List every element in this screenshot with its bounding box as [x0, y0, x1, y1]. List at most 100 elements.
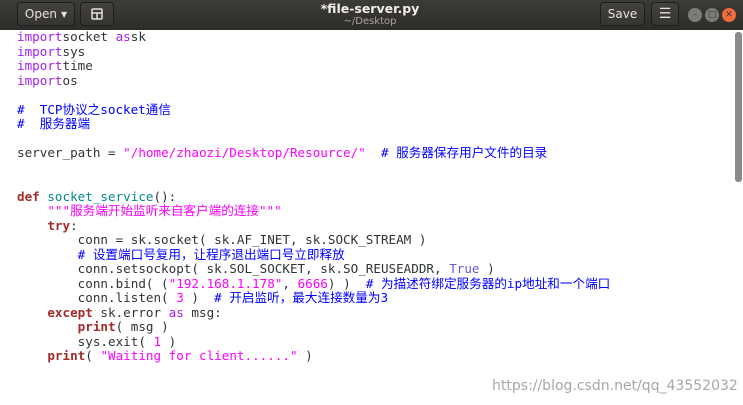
watermark-text: https://blog.csdn.net/qq_43552032 [492, 378, 738, 394]
maximize-button[interactable]: □ [705, 8, 719, 22]
window-subtitle: ~/Desktop [343, 16, 397, 27]
code-token: # TCP协议之socket通信 [17, 101, 171, 117]
code-token: def [17, 188, 40, 204]
code-token: as [168, 304, 184, 320]
close-button[interactable]: ✕ [722, 8, 736, 22]
code-token: import [17, 58, 63, 73]
code-line: conn.listen( 3 ) # 开启监听，最大连接数量为3 [17, 290, 610, 306]
code-token: , [282, 275, 298, 291]
code-token: : [70, 217, 78, 233]
code-token: ( [85, 348, 101, 363]
open-button[interactable]: Open ▼ [17, 2, 75, 26]
code-token: "/home/zhaozi/Desktop/Resource/" [123, 145, 366, 160]
code-token: 1 [153, 333, 162, 349]
new-document-button[interactable] [80, 2, 114, 26]
minimize-icon: – [692, 9, 698, 20]
code-line: importtime [17, 58, 610, 74]
code-line: server_path = "/home/zhaozi/Desktop/Reso… [17, 145, 610, 161]
window-title: *file-server.py [320, 1, 420, 16]
code-token: print [47, 348, 86, 363]
close-icon: ✕ [725, 9, 733, 20]
code-token: # 为描述符绑定服务器的ip地址和一个端口 [365, 275, 611, 291]
chevron-down-icon: ▼ [60, 9, 68, 19]
code-token: # 设置端口号复用，让程序退出端口号立即释放 [77, 246, 345, 262]
hamburger-menu-button[interactable]: ☰ [651, 2, 679, 26]
code-token: time [62, 58, 93, 73]
code-line: try: [17, 217, 610, 234]
code-line: importsocket assk [17, 30, 610, 45]
window-title-area: *file-server.py ~/Desktop [250, 1, 490, 28]
code-token: print [77, 319, 116, 334]
code-token: sk.error [92, 304, 169, 320]
code-token: sys.exit( [17, 333, 154, 349]
code-token: sk [130, 30, 146, 44]
code-token: 3 [176, 290, 184, 305]
code-content[interactable]: importsocket assk importsys importtime impo… [17, 30, 610, 364]
code-line: sys.exit( 1 ) [17, 333, 610, 350]
code-token: msg: [183, 304, 222, 320]
code-token: server_path = [17, 145, 124, 160]
code-token: (): [153, 188, 177, 204]
code-token: socket_service [39, 188, 154, 204]
save-button[interactable]: Save [600, 2, 645, 26]
new-document-icon [91, 8, 103, 20]
code-token: conn = sk.socket( sk.AF_INET, sk.SOCK_ST… [17, 232, 427, 247]
code-line: importos [17, 72, 610, 89]
code-line: conn.setsockopt( sk.SOL_SOCKET, sk.SO_RE… [17, 261, 610, 277]
header-bar: Open ▼ *file-server.py ~/Desktop Save ☰ … [0, 0, 743, 30]
code-token: ) [297, 348, 313, 363]
code-token: ) ) [327, 275, 366, 291]
code-line: """服务端开始监听来自客户端的连接""" [17, 203, 610, 219]
code-line: conn = sk.socket( sk.AF_INET, sk.SOCK_ST… [17, 232, 610, 248]
code-token: "Waiting for client......" [100, 348, 298, 363]
text-editor-area[interactable]: importsocket assk importsys importtime impo… [0, 30, 743, 405]
maximize-icon: □ [707, 9, 717, 20]
code-token: """服务端开始监听来自客户端的连接""" [47, 203, 282, 218]
code-token: ( msg ) [115, 319, 169, 334]
minimize-button[interactable]: – [688, 8, 702, 22]
code-token: import [17, 72, 63, 88]
open-button-label: Open [24, 7, 57, 21]
code-line: def socket_service(): [17, 188, 610, 205]
code-token: socket [62, 30, 116, 44]
code-line: # TCP协议之socket通信 [17, 101, 610, 118]
code-line: importsys [17, 43, 610, 60]
code-token: conn.setsockopt( sk.SOL_SOCKET, sk.SO_RE… [17, 261, 450, 276]
code-line: print( "Waiting for client......" ) [17, 348, 610, 364]
code-token: conn.bind( ( [17, 275, 169, 291]
code-token: # 服务器保存用户文件的目录 [380, 145, 548, 160]
code-token: os [62, 72, 78, 88]
code-token: "192.168.1.178" [168, 275, 283, 291]
code-token: # 服务器端 [17, 116, 91, 131]
code-token: sys [62, 43, 86, 59]
code-line: except sk.error as msg: [17, 304, 610, 321]
code-token: except [47, 304, 93, 320]
code-line: print( msg ) [17, 319, 610, 335]
code-token: as [115, 30, 131, 44]
code-token: import [17, 30, 63, 44]
code-line: conn.bind( ("192.168.1.178", 6666) ) # 为… [17, 275, 611, 292]
code-token: 6666 [297, 275, 328, 291]
code-line: # 设置端口号复用，让程序退出端口号立即释放 [17, 246, 610, 263]
code-token: ) [183, 290, 215, 305]
code-line: # 服务器端 [17, 116, 610, 132]
code-token: conn.listen( [17, 290, 177, 305]
code-token: True [449, 261, 480, 276]
code-token: try [47, 217, 71, 233]
code-token: import [17, 43, 63, 59]
hamburger-icon: ☰ [658, 6, 672, 22]
code-token: # 开启监听，最大连接数量为3 [214, 290, 389, 305]
vertical-scrollbar[interactable] [735, 32, 742, 182]
code-token: ) [161, 333, 177, 349]
code-token: ) [479, 261, 495, 276]
